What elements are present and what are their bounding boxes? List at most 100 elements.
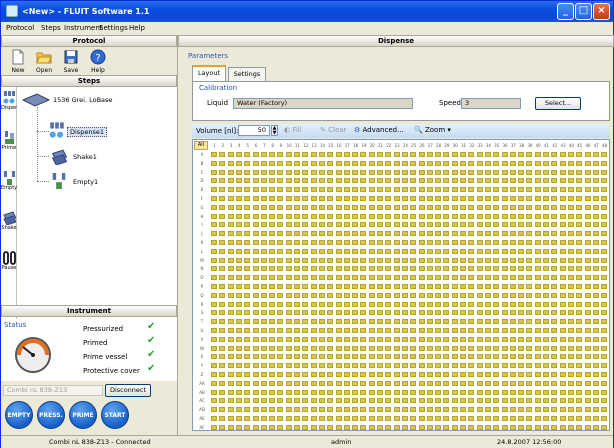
well-cell[interactable] <box>219 248 226 254</box>
well-cell[interactable] <box>534 204 541 210</box>
well-cell[interactable] <box>426 160 433 166</box>
well-cell[interactable] <box>468 336 475 342</box>
well-cell[interactable] <box>310 275 317 281</box>
well-cell[interactable] <box>567 222 574 228</box>
well-cell[interactable] <box>235 354 242 360</box>
well-cell[interactable] <box>551 416 558 421</box>
well-cell[interactable] <box>418 152 425 157</box>
well-cell[interactable] <box>476 231 483 237</box>
well-cell[interactable] <box>567 345 574 351</box>
well-cell[interactable] <box>219 424 226 430</box>
row-header[interactable]: AA <box>197 381 207 386</box>
well-cell[interactable] <box>352 319 359 325</box>
row-header[interactable]: M <box>197 258 207 263</box>
well-cell[interactable] <box>592 354 599 360</box>
well-cell[interactable] <box>269 178 276 184</box>
column-header[interactable]: 4 <box>236 143 243 148</box>
well-cell[interactable] <box>534 266 541 272</box>
well-cell[interactable] <box>368 187 375 193</box>
well-cell[interactable] <box>277 196 284 201</box>
well-cell[interactable] <box>559 345 566 351</box>
well-cell[interactable] <box>352 240 359 245</box>
well-cell[interactable] <box>493 319 500 325</box>
well-cell[interactable] <box>551 328 558 333</box>
well-cell[interactable] <box>302 284 309 289</box>
row-header[interactable]: W <box>197 346 207 351</box>
well-cell[interactable] <box>484 372 491 377</box>
well-cell[interactable] <box>526 345 533 351</box>
well-cell[interactable] <box>601 152 608 157</box>
well-cell[interactable] <box>484 380 491 386</box>
well-cell[interactable] <box>244 345 251 351</box>
well-cell[interactable] <box>393 416 400 421</box>
well-cell[interactable] <box>576 169 583 175</box>
well-cell[interactable] <box>543 328 549 333</box>
well-cell[interactable] <box>335 310 342 316</box>
well-cell[interactable] <box>526 398 533 404</box>
well-cell[interactable] <box>493 380 500 386</box>
well-cell[interactable] <box>285 389 292 395</box>
well-cell[interactable] <box>526 275 533 281</box>
well-cell[interactable] <box>443 354 450 360</box>
well-cell[interactable] <box>534 231 541 237</box>
well-cell[interactable] <box>451 354 458 360</box>
column-header[interactable]: 29 <box>443 143 450 148</box>
well-cell[interactable] <box>227 152 234 157</box>
well-cell[interactable] <box>567 319 574 325</box>
well-cell[interactable] <box>227 231 234 237</box>
tree-node-shake1[interactable]: Shake1 <box>73 153 97 161</box>
well-cell[interactable] <box>343 204 350 210</box>
well-cell[interactable] <box>551 407 558 413</box>
well-cell[interactable] <box>584 407 591 413</box>
well-cell[interactable] <box>352 284 359 289</box>
well-cell[interactable] <box>526 266 533 272</box>
well-cell[interactable] <box>526 354 533 360</box>
well-cell[interactable] <box>260 292 267 298</box>
well-cell[interactable] <box>451 336 458 342</box>
well-cell[interactable] <box>227 372 234 377</box>
well-cell[interactable] <box>592 266 599 272</box>
row-header[interactable]: D <box>197 178 207 183</box>
well-cell[interactable] <box>385 222 392 228</box>
well-cell[interactable] <box>219 416 226 421</box>
well-cell[interactable] <box>227 275 234 281</box>
well-cell[interactable] <box>285 416 292 421</box>
well-cell[interactable] <box>534 310 541 316</box>
well-cell[interactable] <box>551 152 558 157</box>
well-cell[interactable] <box>227 160 234 166</box>
well-cell[interactable] <box>335 196 342 201</box>
well-cell[interactable] <box>551 424 558 430</box>
column-header[interactable]: 3 <box>228 143 235 148</box>
well-cell[interactable] <box>418 169 425 175</box>
well-cell[interactable] <box>476 336 483 342</box>
well-cell[interactable] <box>576 310 583 316</box>
column-header[interactable]: 9 <box>277 143 284 148</box>
well-cell[interactable] <box>269 301 276 307</box>
well-cell[interactable] <box>501 169 508 175</box>
well-cell[interactable] <box>518 301 525 307</box>
well-cell[interactable] <box>302 275 309 281</box>
well-cell[interactable] <box>476 169 483 175</box>
well-cell[interactable] <box>576 160 583 166</box>
well-cell[interactable] <box>518 222 525 228</box>
well-cell[interactable] <box>551 389 558 395</box>
well-cell[interactable] <box>360 416 367 421</box>
well-cell[interactable] <box>360 248 367 254</box>
well-cell[interactable] <box>401 152 408 157</box>
well-cell[interactable] <box>435 292 442 298</box>
well-cell[interactable] <box>368 248 375 254</box>
well-cell[interactable] <box>260 222 267 228</box>
well-cell[interactable] <box>451 240 458 245</box>
well-cell[interactable] <box>601 284 608 289</box>
well-cell[interactable] <box>468 372 475 377</box>
well-cell[interactable] <box>567 354 574 360</box>
well-cell[interactable] <box>352 354 359 360</box>
well-cell[interactable] <box>252 424 259 430</box>
well-cell[interactable] <box>435 275 442 281</box>
well-cell[interactable] <box>410 231 417 237</box>
well-cell[interactable] <box>401 380 408 386</box>
well-cell[interactable] <box>327 160 334 166</box>
well-cell[interactable] <box>377 284 383 289</box>
well-cell[interactable] <box>484 275 491 281</box>
well-cell[interactable] <box>501 328 508 333</box>
